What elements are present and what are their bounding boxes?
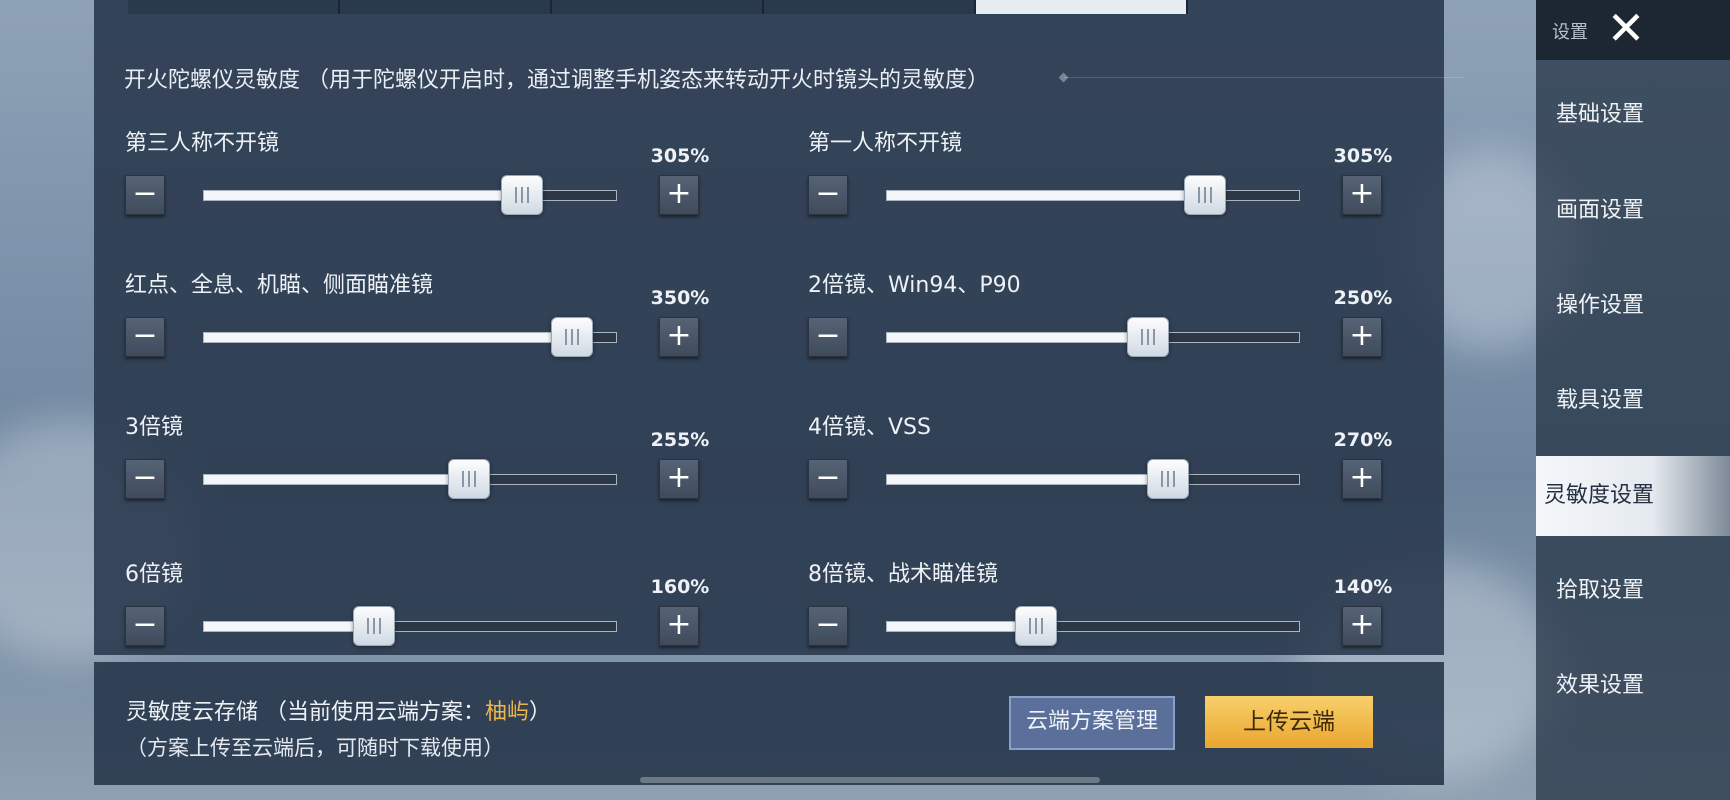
settings-sidebar: 设置 ✕ 基础设置画面设置操作设置载具设置灵敏度设置拾取设置效果设置 bbox=[1536, 0, 1730, 800]
slider-thumb[interactable] bbox=[447, 459, 490, 499]
decrease-button[interactable]: − bbox=[125, 606, 165, 646]
cloud-storage-title: 灵敏度云存储 （当前使用云端方案：柚屿） bbox=[126, 694, 551, 726]
slider-fill bbox=[204, 333, 571, 342]
slider-group: 第一人称不开镜 305% − + bbox=[808, 125, 1392, 245]
cloud-title-suffix: ） bbox=[529, 700, 552, 725]
slider-thumb[interactable] bbox=[550, 317, 593, 357]
slider-thumb[interactable] bbox=[1126, 317, 1169, 357]
decrease-button[interactable]: − bbox=[125, 175, 165, 215]
slider-group: 红点、全息、机瞄、侧面瞄准镜 350% − + bbox=[125, 267, 709, 387]
slider-thumb[interactable] bbox=[1184, 175, 1227, 215]
slider-fill bbox=[887, 333, 1147, 342]
slider-track[interactable] bbox=[886, 175, 1300, 215]
slider-fill bbox=[887, 622, 1036, 631]
sidebar-item[interactable]: 操作设置 bbox=[1536, 266, 1730, 346]
sidebar-item[interactable]: 效果设置 bbox=[1536, 646, 1730, 726]
cloud-title-prefix: 灵敏度云存储 （当前使用云端方案： bbox=[126, 700, 485, 725]
top-tab[interactable] bbox=[764, 0, 976, 14]
section-title: 开火陀螺仪灵敏度 （用于陀螺仪开启时，通过调整手机姿态来转动开火时镜头的灵敏度） bbox=[124, 68, 989, 93]
slider-fill bbox=[204, 191, 522, 200]
cloud-storage-panel: 灵敏度云存储 （当前使用云端方案：柚屿） （方案上传至云端后，可随时下载使用） … bbox=[94, 662, 1444, 785]
slider-value: 305% bbox=[1333, 145, 1393, 167]
divider-line bbox=[1064, 77, 1464, 78]
slider-track[interactable] bbox=[203, 317, 617, 357]
slider-label: 第三人称不开镜 bbox=[125, 131, 280, 156]
cloud-storage-subtitle: （方案上传至云端后，可随时下载使用） bbox=[126, 736, 504, 760]
increase-button[interactable]: + bbox=[1342, 459, 1382, 499]
top-tab[interactable] bbox=[340, 0, 552, 14]
slider-group: 8倍镜、战术瞄准镜 140% − + bbox=[808, 556, 1392, 676]
decrease-button[interactable]: − bbox=[125, 459, 165, 499]
slider-fill bbox=[204, 475, 468, 484]
decrease-button[interactable]: − bbox=[125, 317, 165, 357]
slider-value: 160% bbox=[650, 576, 710, 598]
cloud-scheme-name: 柚屿 bbox=[485, 700, 530, 725]
increase-button[interactable]: + bbox=[1342, 175, 1382, 215]
slider-value: 255% bbox=[650, 429, 710, 451]
sensitivity-panel: 开火陀螺仪灵敏度 （用于陀螺仪开启时，通过调整手机姿态来转动开火时镜头的灵敏度）… bbox=[94, 0, 1464, 655]
slider-value: 250% bbox=[1333, 287, 1393, 309]
slider-thumb[interactable] bbox=[1015, 606, 1058, 646]
top-tab[interactable] bbox=[128, 0, 340, 14]
sidebar-item[interactable]: 拾取设置 bbox=[1536, 551, 1730, 631]
slider-value: 140% bbox=[1333, 576, 1393, 598]
decrease-button[interactable]: − bbox=[808, 317, 848, 357]
slider-group: 6倍镜 160% − + bbox=[125, 556, 709, 676]
slider-track[interactable] bbox=[886, 606, 1300, 646]
slider-label: 3倍镜 bbox=[125, 415, 183, 440]
upload-cloud-button[interactable]: 上传云端 bbox=[1205, 696, 1373, 748]
sidebar-item[interactable]: 灵敏度设置 bbox=[1536, 456, 1730, 536]
slider-label: 2倍镜、Win94、P90 bbox=[808, 273, 1021, 298]
slider-value: 270% bbox=[1333, 429, 1393, 451]
slider-track[interactable] bbox=[203, 175, 617, 215]
decrease-button[interactable]: − bbox=[808, 175, 848, 215]
slider-label: 红点、全息、机瞄、侧面瞄准镜 bbox=[125, 273, 434, 298]
slider-label: 6倍镜 bbox=[125, 562, 183, 587]
sidebar-title: 设置 bbox=[1552, 22, 1588, 43]
decrease-button[interactable]: − bbox=[808, 459, 848, 499]
increase-button[interactable]: + bbox=[659, 606, 699, 646]
slider-group: 2倍镜、Win94、P90 250% − + bbox=[808, 267, 1392, 387]
slider-thumb[interactable] bbox=[1147, 459, 1190, 499]
decrease-button[interactable]: − bbox=[808, 606, 848, 646]
slider-fill bbox=[887, 475, 1168, 484]
close-icon[interactable]: ✕ bbox=[1602, 2, 1650, 54]
increase-button[interactable]: + bbox=[1342, 317, 1382, 357]
slider-value: 350% bbox=[650, 287, 710, 309]
sidebar-item[interactable]: 载具设置 bbox=[1536, 361, 1730, 441]
cloud-scheme-manage-button[interactable]: 云端方案管理 bbox=[1009, 696, 1175, 750]
increase-button[interactable]: + bbox=[1342, 606, 1382, 646]
sidebar-item[interactable]: 画面设置 bbox=[1536, 171, 1730, 251]
top-tab[interactable] bbox=[552, 0, 764, 14]
slider-label: 4倍镜、VSS bbox=[808, 415, 931, 440]
horizontal-scrollbar[interactable] bbox=[640, 777, 1100, 783]
slider-track[interactable] bbox=[203, 606, 617, 646]
increase-button[interactable]: + bbox=[659, 317, 699, 357]
slider-thumb[interactable] bbox=[501, 175, 544, 215]
sidebar-header: 设置 ✕ bbox=[1536, 0, 1730, 60]
slider-track[interactable] bbox=[886, 317, 1300, 357]
top-tab-active[interactable] bbox=[976, 0, 1188, 14]
slider-track[interactable] bbox=[203, 459, 617, 499]
increase-button[interactable]: + bbox=[659, 459, 699, 499]
slider-label: 第一人称不开镜 bbox=[808, 131, 963, 156]
slider-group: 4倍镜、VSS 270% − + bbox=[808, 409, 1392, 529]
slider-label: 8倍镜、战术瞄准镜 bbox=[808, 562, 998, 587]
slider-track[interactable] bbox=[886, 459, 1300, 499]
increase-button[interactable]: + bbox=[659, 175, 699, 215]
slider-fill bbox=[887, 191, 1205, 200]
slider-group: 3倍镜 255% − + bbox=[125, 409, 709, 529]
top-tabs bbox=[128, 0, 1188, 14]
slider-group: 第三人称不开镜 305% − + bbox=[125, 125, 709, 245]
slider-thumb[interactable] bbox=[352, 606, 395, 646]
sidebar-item[interactable]: 基础设置 bbox=[1536, 75, 1730, 155]
slider-value: 305% bbox=[650, 145, 710, 167]
slider-fill bbox=[204, 622, 373, 631]
